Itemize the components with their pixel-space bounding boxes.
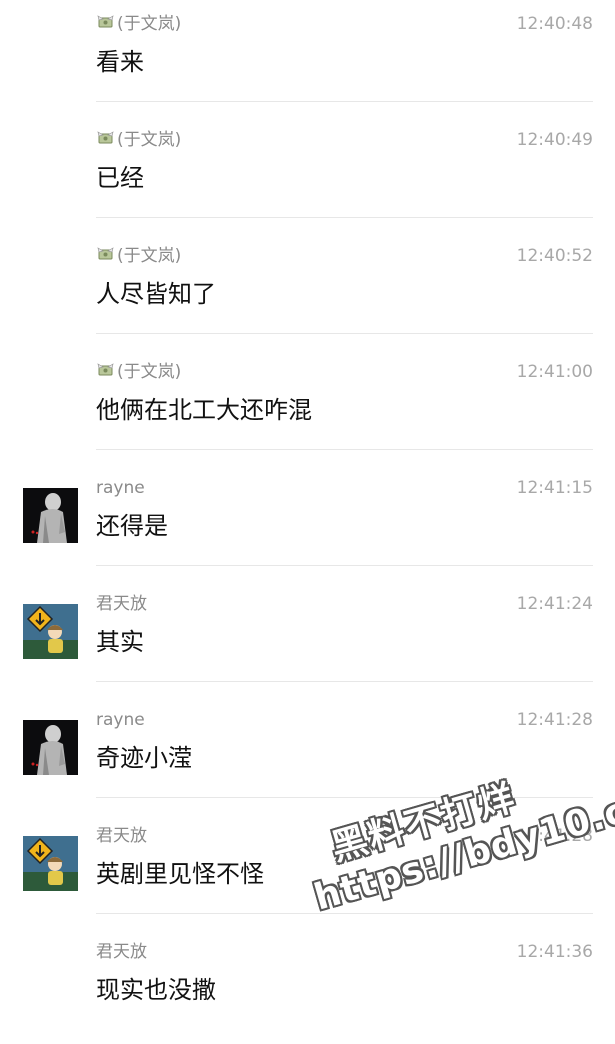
money-wings-icon	[96, 244, 116, 264]
divider	[96, 333, 593, 334]
message-time: 12:40:52	[516, 246, 593, 266]
sender-name: rayne	[96, 478, 145, 498]
message-text: 看来	[96, 48, 144, 76]
chat-message[interactable]: (于文岚) 12:40:48 看来	[0, 0, 615, 116]
sender-name: 君天放	[96, 826, 147, 846]
message-time: 12:41:00	[516, 362, 593, 382]
chat-message-list: (于文岚) 12:40:48 看来 (于文岚) 12:40:49 已经 (于文岚…	[0, 0, 615, 1044]
divider	[96, 565, 593, 566]
divider	[96, 101, 593, 102]
sender-name: (于文岚)	[117, 130, 182, 150]
avatar[interactable]	[23, 488, 78, 543]
sender-name: (于文岚)	[117, 14, 182, 34]
avatar[interactable]	[23, 836, 78, 891]
sender-name: (于文岚)	[117, 246, 182, 266]
message-text: 还得是	[96, 512, 168, 540]
divider	[96, 797, 593, 798]
chat-message[interactable]: (于文岚) 12:40:52 人尽皆知了	[0, 232, 615, 348]
message-time: 12:41:15	[516, 478, 593, 498]
divider	[96, 449, 593, 450]
divider	[96, 913, 593, 914]
sender-line: (于文岚)	[96, 244, 181, 268]
message-text: 现实也没撒	[96, 976, 216, 1004]
divider	[96, 217, 593, 218]
message-text: 他俩在北工大还咋混	[96, 396, 312, 424]
sender-line: (于文岚)	[96, 360, 181, 384]
chat-message[interactable]: (于文岚) 12:41:00 他俩在北工大还咋混	[0, 348, 615, 464]
message-time: 12:40:49	[516, 130, 593, 150]
sender-line: (于文岚)	[96, 12, 181, 36]
avatar[interactable]	[23, 720, 78, 775]
message-text: 已经	[96, 164, 144, 192]
money-wings-icon	[96, 128, 116, 148]
sender-line: (于文岚)	[96, 128, 181, 152]
chat-message[interactable]: rayne 12:41:28 奇迹小滢	[0, 696, 615, 812]
message-time: 12:40:48	[516, 14, 593, 34]
message-time: 12:41:28	[516, 826, 593, 846]
chat-message[interactable]: 君天放 12:41:28 英剧里见怪不怪	[0, 812, 615, 928]
message-time: 12:41:36	[516, 942, 593, 962]
sender-name: (于文岚)	[117, 362, 182, 382]
chat-message[interactable]: 君天放 12:41:36 现实也没撒	[0, 928, 615, 1044]
divider	[96, 681, 593, 682]
sender-name: 君天放	[96, 942, 147, 962]
chat-message[interactable]: rayne 12:41:15 还得是	[0, 464, 615, 580]
chat-message[interactable]: (于文岚) 12:40:49 已经	[0, 116, 615, 232]
message-text: 英剧里见怪不怪	[96, 860, 264, 888]
avatar[interactable]	[23, 604, 78, 659]
chat-message[interactable]: 君天放 12:41:24 其实	[0, 580, 615, 696]
sender-name: 君天放	[96, 594, 147, 614]
message-text: 其实	[96, 628, 144, 656]
money-wings-icon	[96, 12, 116, 32]
message-text: 奇迹小滢	[96, 744, 192, 772]
message-text: 人尽皆知了	[96, 280, 216, 308]
sender-name: rayne	[96, 710, 145, 730]
message-time: 12:41:28	[516, 710, 593, 730]
message-time: 12:41:24	[516, 594, 593, 614]
money-wings-icon	[96, 360, 116, 380]
